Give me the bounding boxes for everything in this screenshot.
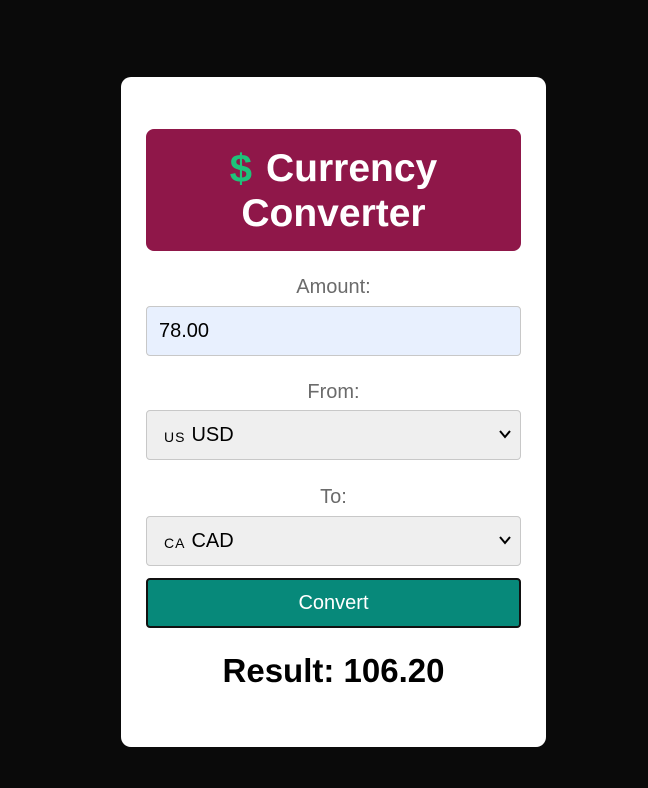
to-label: To:	[320, 486, 347, 508]
amount-input[interactable]	[146, 306, 521, 356]
title-banner: $ Currency Converter	[146, 129, 521, 251]
ca-flag-icon: CA	[164, 535, 186, 551]
convert-button[interactable]: Convert	[146, 578, 521, 628]
us-flag-icon: US	[164, 429, 186, 445]
from-label: From:	[307, 381, 360, 403]
result-text: Result: 106.20	[222, 652, 445, 689]
amount-label: Amount:	[296, 276, 371, 298]
to-currency-select[interactable]: CA CAD	[146, 516, 521, 566]
to-currency-value: CAD	[191, 529, 234, 552]
from-currency-select[interactable]: US USD	[146, 410, 521, 460]
dollar-icon: $	[229, 147, 252, 191]
title-line-2: Converter	[241, 192, 426, 235]
chevron-down-icon	[499, 536, 511, 545]
title-line-1: Currency	[266, 147, 438, 190]
from-currency-value: USD	[191, 423, 234, 446]
converter-card: $ Currency Converter Amount: From: US USD…	[121, 77, 546, 747]
chevron-down-icon	[499, 430, 511, 439]
